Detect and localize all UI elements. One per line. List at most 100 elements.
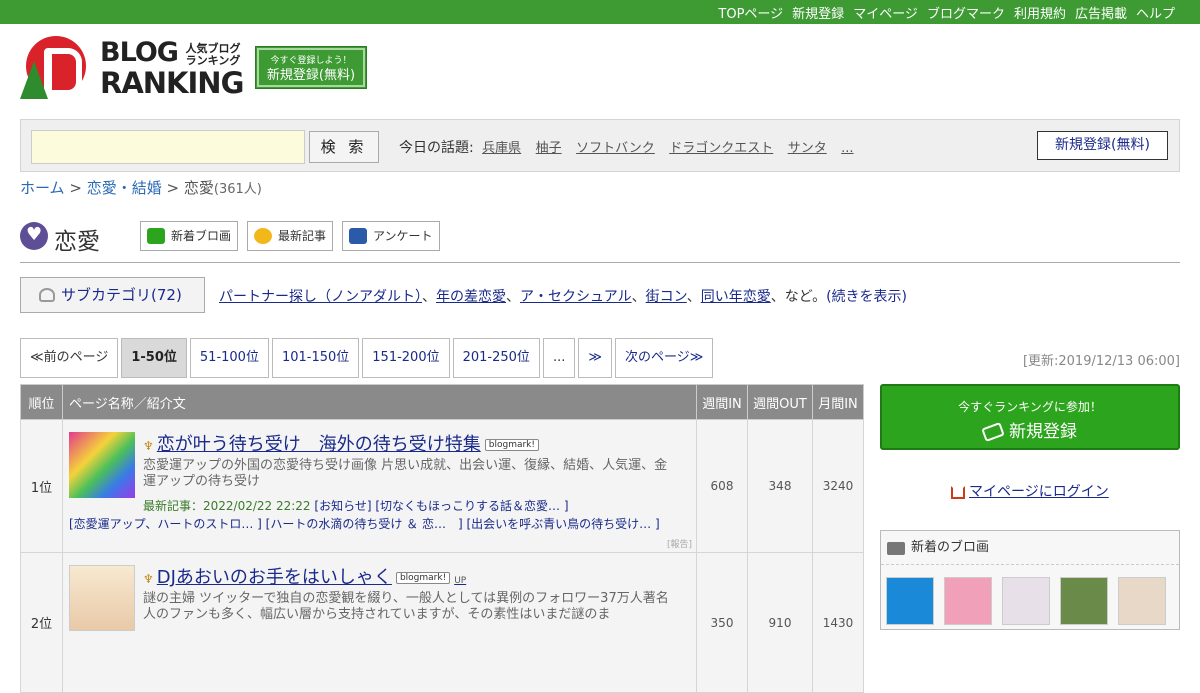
- subcategory-link[interactable]: ア・セクシュアル: [520, 289, 632, 305]
- register-banner-small: 今すぐ登録しよう！: [270, 56, 352, 66]
- page-button[interactable]: 101-150位: [271, 338, 360, 378]
- page-button-current[interactable]: 1-50位: [121, 338, 187, 378]
- page-button[interactable]: 201-250位: [452, 338, 540, 378]
- subcategory-more-link[interactable]: (続きを表示): [826, 289, 907, 305]
- register-button[interactable]: 新規登録(無料): [1037, 131, 1168, 160]
- house-icon: [951, 485, 965, 499]
- subcategory-label: サブカテゴリ(72): [61, 286, 182, 304]
- blog-title-link[interactable]: ♆ DJあおいのお手をはいしゃく blogmark! UP: [143, 563, 466, 589]
- next-page-button[interactable]: 次のページ≫: [614, 338, 714, 378]
- subcategory-button[interactable]: サブカテゴリ(72): [20, 277, 205, 313]
- crown-icon: ♆: [143, 572, 154, 586]
- christmas-tree-icon: [20, 61, 48, 99]
- topic-more-link[interactable]: ...: [841, 141, 853, 156]
- breadcrumb-parent[interactable]: 恋愛・結婚: [87, 179, 162, 197]
- mypage-login-link[interactable]: マイページにログイン: [951, 481, 1109, 501]
- survey-label: アンケート: [373, 229, 433, 243]
- page-ellipsis[interactable]: ...: [542, 338, 576, 378]
- latest-articles-label: 最新記事: [278, 229, 327, 243]
- latest-label: 最新記事：2022/02/22 22:22: [143, 499, 311, 513]
- week-out-cell: 910: [747, 552, 813, 693]
- blogmark-badge[interactable]: blogmark!: [484, 439, 540, 451]
- mypage-login-label: マイページにログイン: [969, 484, 1109, 500]
- week-out-cell: 348: [747, 419, 813, 553]
- topic-link[interactable]: ソフトバンク: [576, 141, 655, 156]
- related-articles[interactable]: [恋愛運アップ、ハートのストロ… ] [ハートの水滴の待ち受け ＆ 恋… ] […: [69, 515, 660, 532]
- blogmark-badge[interactable]: blogmark!: [395, 572, 451, 584]
- subcategory-link[interactable]: 同い年恋愛: [701, 289, 771, 305]
- survey-button[interactable]: アンケート: [342, 221, 440, 251]
- divider: [20, 262, 1180, 263]
- camera-icon: [887, 542, 905, 555]
- join-ranking-button[interactable]: 今すぐランキングに参加！ 新規登録: [880, 384, 1180, 450]
- report-link[interactable]: [報告]: [667, 537, 692, 550]
- latest-articles-button[interactable]: 最新記事: [247, 221, 333, 251]
- trending-topics: 今日の話題: 兵庫県 柚子 ソフトバンク ドラゴンクエスト サンタ ...: [399, 137, 864, 157]
- subcategory-links: パートナー探し（ノンアダルト）、年の差恋愛、ア・セクシュアル、街コン、同い年恋愛…: [219, 289, 908, 305]
- updated-timestamp: [更新:2019/12/13 06:00]: [1022, 354, 1180, 369]
- register-banner-label: 新規登録(無料): [266, 68, 356, 83]
- breadcrumb: ホーム > 恋愛・結婚 > 恋愛(361人): [20, 177, 262, 198]
- join-ranking-small: 今すぐランキングに参加！: [958, 400, 1102, 414]
- latest-article: 最新記事：2022/02/22 22:22 [お知らせ] [切なくもほっこりする…: [143, 497, 569, 514]
- week-in-cell: 608: [696, 419, 748, 553]
- logo-subtext: 人気ブログランキング: [185, 42, 241, 67]
- new-images-panel: 新着のブロ画: [880, 530, 1180, 630]
- new-image-thumb[interactable]: [1060, 577, 1108, 625]
- blog-thumbnail[interactable]: [69, 432, 135, 498]
- nav-mypage[interactable]: マイページ: [853, 3, 918, 22]
- subcategory-link[interactable]: 年の差恋愛: [436, 289, 506, 305]
- breadcrumb-sep: >: [166, 179, 180, 197]
- join-ranking-label: 新規登録: [1009, 422, 1077, 442]
- header-week-out: 週間OUT: [747, 384, 813, 420]
- month-in-cell: 3240: [812, 419, 864, 553]
- breadcrumb-home[interactable]: ホーム: [20, 179, 65, 197]
- pagination: ≪前のページ 1-50位 51-100位 101-150位 151-200位 2…: [20, 338, 716, 378]
- header-month-in: 月間IN: [812, 384, 864, 420]
- blog-thumbnail[interactable]: [69, 565, 135, 631]
- nav-ads[interactable]: 広告掲載: [1075, 3, 1127, 22]
- header-rank: 順位: [20, 384, 63, 420]
- search-button[interactable]: 検 索: [309, 131, 379, 163]
- new-image-thumb[interactable]: [1118, 577, 1166, 625]
- blog-description: 謎の主婦 ツイッターで独自の恋愛観を綴り、一般人としては異例のフォロワー37万人…: [143, 591, 669, 622]
- blog-title: 恋が叶う待ち受け 海外の待ち受け特集: [156, 434, 481, 455]
- folder-icon: [39, 288, 55, 302]
- topic-link[interactable]: ドラゴンクエスト: [669, 141, 773, 156]
- table-row: 1位 ♆ 恋が叶う待ち受け 海外の待ち受け特集 blogmark! 恋愛運アップの外…: [20, 419, 864, 553]
- nav-help[interactable]: ヘルプ: [1136, 3, 1175, 22]
- register-banner-button[interactable]: 今すぐ登録しよう！ 新規登録(無料): [255, 46, 367, 89]
- page-button[interactable]: 151-200位: [362, 338, 450, 378]
- nav-register[interactable]: 新規登録: [792, 3, 844, 22]
- subcategory-link[interactable]: パートナー探し（ノンアダルト）: [219, 289, 422, 305]
- entry-cell: ♆ DJあおいのお手をはいしゃく blogmark! UP 謎の主婦 ツイッターで独自…: [62, 552, 697, 693]
- next-arrow-button[interactable]: ≫: [578, 338, 612, 378]
- nav-terms[interactable]: 利用規約: [1014, 3, 1066, 22]
- page-button[interactable]: 51-100位: [189, 338, 269, 378]
- new-image-thumb[interactable]: [886, 577, 934, 625]
- new-image-thumb[interactable]: [944, 577, 992, 625]
- nav-blogmark[interactable]: ブログマーク: [927, 3, 1005, 22]
- register-icon: [981, 422, 1005, 442]
- latest-article-links[interactable]: [お知らせ] [切なくもほっこりする話＆恋愛… ]: [314, 499, 568, 513]
- new-images-button[interactable]: 新着ブロ画: [140, 221, 238, 251]
- up-badge: UP: [454, 576, 467, 586]
- rank-cell: 1位: [20, 419, 63, 553]
- entry-cell: ♆ 恋が叶う待ち受け 海外の待ち受け特集 blogmark! 恋愛運アップの外国の恋…: [62, 419, 697, 553]
- nav-top[interactable]: TOPページ: [718, 3, 783, 22]
- site-logo[interactable]: BLOG RANKING 人気ブログランキング: [20, 33, 244, 103]
- topic-link[interactable]: 兵庫県: [482, 141, 521, 156]
- topic-link[interactable]: サンタ: [788, 141, 827, 156]
- category-title: 恋愛: [54, 229, 100, 255]
- blog-title-link[interactable]: ♆ 恋が叶う待ち受け 海外の待ち受け特集 blogmark!: [143, 430, 540, 456]
- header-week-in: 週間IN: [696, 384, 748, 420]
- top-nav: TOPページ 新規登録 マイページ ブログマーク 利用規約 広告掲載 ヘルプ: [709, 0, 1175, 24]
- search-input[interactable]: [31, 130, 305, 164]
- new-image-thumb[interactable]: [1002, 577, 1050, 625]
- subcategory-link[interactable]: 街コン: [646, 289, 687, 305]
- search-bar: 検 索 今日の話題: 兵庫県 柚子 ソフトバンク ドラゴンクエスト サンタ ..…: [20, 119, 1180, 172]
- topics-label: 今日の話題:: [399, 140, 474, 156]
- breadcrumb-sep: >: [69, 179, 82, 197]
- topic-link[interactable]: 柚子: [536, 141, 562, 156]
- prev-page-button[interactable]: ≪前のページ: [20, 338, 119, 378]
